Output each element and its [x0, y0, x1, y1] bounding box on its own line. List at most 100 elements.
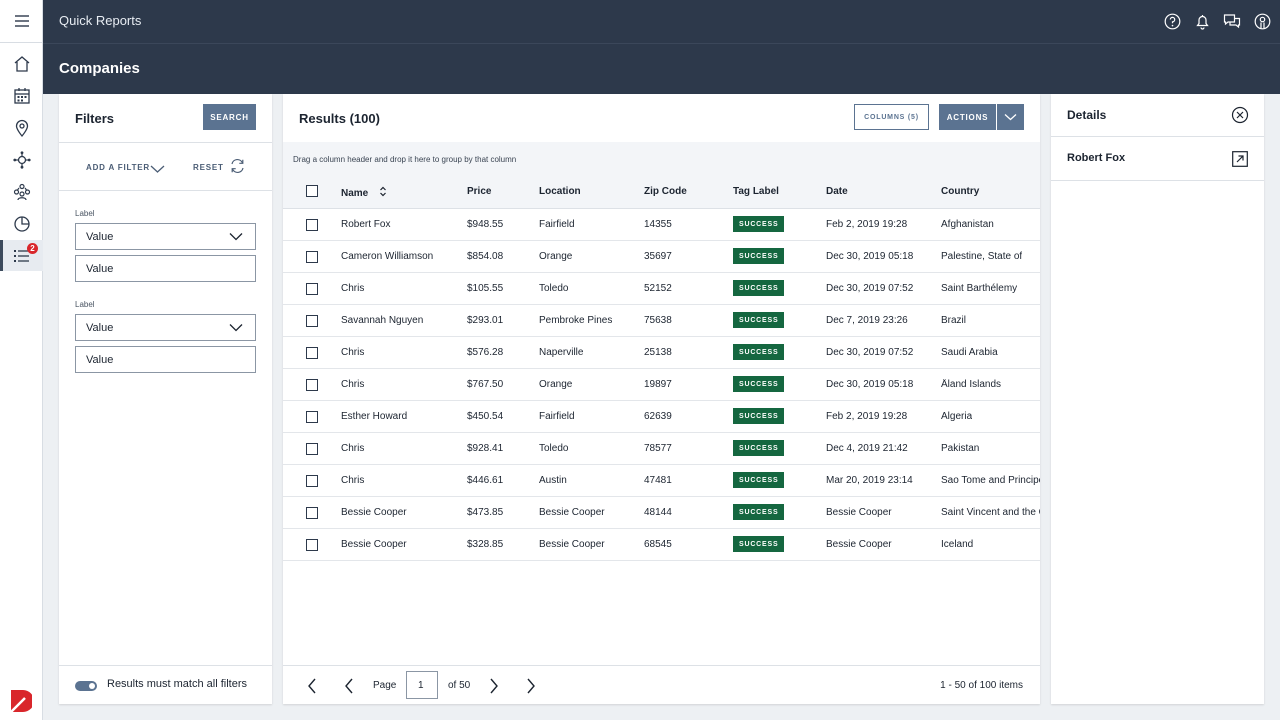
row-checkbox[interactable]: [306, 283, 318, 295]
column-header-price[interactable]: Price: [467, 186, 491, 197]
column-header-zip-code[interactable]: Zip Code: [644, 186, 687, 197]
filter-select-value: Value: [86, 230, 114, 243]
tag-badge: SUCCESS: [733, 376, 785, 392]
column-header-location[interactable]: Location: [539, 186, 581, 197]
filter-value-input[interactable]: Value: [75, 346, 256, 373]
row-checkbox[interactable]: [306, 315, 318, 327]
network-icon[interactable]: [0, 145, 43, 175]
column-header-name[interactable]: Name: [341, 186, 387, 199]
cell-price: $576.28: [467, 347, 504, 358]
next-page-icon[interactable]: [486, 678, 502, 694]
calendar-icon[interactable]: [0, 81, 43, 111]
last-page-icon[interactable]: [523, 678, 539, 694]
cell-country: Saint Barthélemy: [941, 283, 1018, 294]
reset-button[interactable]: RESET: [193, 163, 224, 172]
table-row[interactable]: Chris $576.28 Naperville 25138 SUCCESS Dec 30…: [283, 337, 1040, 369]
filter-select[interactable]: Value: [75, 223, 256, 250]
sort-icon[interactable]: [379, 186, 387, 197]
actions-button[interactable]: ACTIONS: [939, 104, 996, 130]
cell-price: $328.85: [467, 539, 504, 550]
tag-badge: SUCCESS: [733, 472, 785, 488]
table-row[interactable]: Chris $446.61 Austin 47481 SUCCESS Mar 20, 20…: [283, 465, 1040, 497]
table-row[interactable]: Robert Fox $948.55 Fairfield 14355 SUCCESS Fe…: [283, 209, 1040, 241]
cell-price: $293.01: [467, 315, 504, 326]
tag-badge: SUCCESS: [733, 248, 785, 264]
chevron-down-icon: [229, 324, 243, 332]
cell-name: Chris: [341, 379, 365, 390]
filter-value-input[interactable]: Value: [75, 255, 256, 282]
cell-zip-code: 35697: [644, 251, 672, 262]
cell-country: Saudi Arabia: [941, 347, 998, 358]
user-profile-icon[interactable]: [1252, 11, 1272, 31]
filter-select-value: Value: [86, 321, 114, 334]
table-row[interactable]: Savannah Nguyen $293.01 Pembroke Pines 7563…: [283, 305, 1040, 337]
cell-name: Bessie Cooper: [341, 539, 407, 550]
column-header-tag-label[interactable]: Tag Label: [733, 186, 779, 197]
cell-location: Bessie Cooper: [539, 539, 605, 550]
close-icon[interactable]: [1231, 106, 1249, 129]
page-number-input[interactable]: 1: [406, 671, 438, 699]
first-page-icon[interactable]: [304, 678, 320, 694]
cell-date: Dec 30, 2019 07:52: [826, 283, 914, 294]
table-row[interactable]: Bessie Cooper $473.85 Bessie Cooper 48144 SU…: [283, 497, 1040, 529]
cell-date: Feb 2, 2019 19:28: [826, 219, 908, 230]
table-row[interactable]: Esther Howard $450.54 Fairfield 62639 SUCCES…: [283, 401, 1040, 433]
search-button[interactable]: SEARCH: [203, 104, 256, 130]
row-checkbox[interactable]: [306, 347, 318, 359]
cell-name: Savannah Nguyen: [341, 315, 424, 326]
tag-badge: SUCCESS: [733, 440, 785, 456]
actions-dropdown-button[interactable]: [997, 104, 1024, 130]
team-icon[interactable]: [0, 177, 43, 207]
table-row[interactable]: Cameron Williamson $854.08 Orange 35697 SUCC…: [283, 241, 1040, 273]
help-icon[interactable]: [1162, 11, 1182, 31]
select-all-checkbox[interactable]: [306, 185, 318, 197]
page-header-band: Companies: [43, 43, 1280, 94]
cell-country: Sao Tome and Principe: [941, 475, 1040, 486]
details-header-divider: [1051, 136, 1264, 137]
menu-icon[interactable]: [0, 6, 43, 36]
pie-chart-icon[interactable]: [0, 209, 43, 239]
column-header-country[interactable]: Country: [941, 186, 979, 197]
table-row[interactable]: Chris $105.55 Toledo 52152 SUCCESS Dec 30, 20…: [283, 273, 1040, 305]
location-pin-icon[interactable]: [0, 113, 43, 143]
cell-date: Bessie Cooper: [826, 539, 892, 550]
chat-icon[interactable]: [1222, 11, 1242, 31]
tag-badge: SUCCESS: [733, 504, 785, 520]
notification-bell-icon[interactable]: [1192, 11, 1212, 31]
details-title: Details: [1067, 108, 1107, 122]
previous-page-icon[interactable]: [341, 678, 357, 694]
match-all-toggle[interactable]: [75, 681, 97, 691]
row-checkbox[interactable]: [306, 507, 318, 519]
add-filter-button[interactable]: ADD A FILTER: [86, 163, 150, 172]
row-checkbox[interactable]: [306, 251, 318, 263]
table-row[interactable]: Chris $928.41 Toledo 78577 SUCCESS Dec 4, 201…: [283, 433, 1040, 465]
row-checkbox[interactable]: [306, 411, 318, 423]
filter-label: Label: [75, 300, 95, 309]
table-row[interactable]: Bessie Cooper $328.85 Bessie Cooper 68545 SU…: [283, 529, 1040, 561]
cell-name: Chris: [341, 347, 365, 358]
filters-panel: Filters SEARCH ADD A FILTER RESET Label …: [59, 94, 272, 704]
filter-select[interactable]: Value: [75, 314, 256, 341]
home-icon[interactable]: [0, 49, 43, 79]
tag-badge: SUCCESS: [733, 280, 785, 296]
column-header-date[interactable]: Date: [826, 186, 848, 197]
row-checkbox[interactable]: [306, 475, 318, 487]
row-checkbox[interactable]: [306, 539, 318, 551]
reports-list-icon[interactable]: 2: [0, 240, 43, 271]
open-external-icon[interactable]: [1232, 151, 1248, 172]
cell-price: $105.55: [467, 283, 504, 294]
row-checkbox[interactable]: [306, 219, 318, 231]
cell-country: Brazil: [941, 315, 967, 326]
filters-footer-divider: [59, 665, 272, 666]
row-checkbox[interactable]: [306, 379, 318, 391]
cell-country: Åland Islands: [941, 379, 1002, 390]
chevron-down-icon[interactable]: [150, 161, 165, 179]
cell-name: Chris: [341, 443, 365, 454]
table-row[interactable]: Chris $767.50 Orange 19897 SUCCESS Dec 30, 20…: [283, 369, 1040, 401]
cell-date: Dec 4, 2019 21:42: [826, 443, 908, 454]
cell-price: $446.61: [467, 475, 504, 486]
columns-button[interactable]: COLUMNS (5): [854, 104, 929, 130]
row-checkbox[interactable]: [306, 443, 318, 455]
tag-badge: SUCCESS: [733, 536, 785, 552]
refresh-icon[interactable]: [229, 158, 246, 179]
